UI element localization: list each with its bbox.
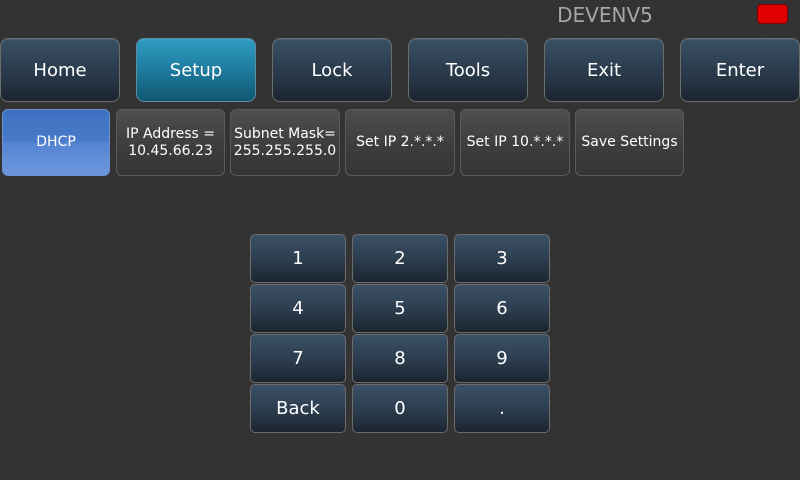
set-ip-10-button[interactable]: Set IP 10.*.*.* <box>460 109 570 176</box>
status-indicator <box>757 4 788 24</box>
subnet-mask-button[interactable]: Subnet Mask= 255.255.255.0 <box>230 109 340 176</box>
device-title: DEVENV5 <box>557 3 653 27</box>
subnet-mask-label: Subnet Mask= <box>234 125 336 142</box>
key-dot-button[interactable]: . <box>454 384 550 433</box>
dhcp-label: DHCP <box>36 134 76 150</box>
set-ip-2-button[interactable]: Set IP 2.*.*.* <box>345 109 455 176</box>
save-settings-button[interactable]: Save Settings <box>575 109 684 176</box>
save-settings-label: Save Settings <box>581 134 678 150</box>
key-3-button[interactable]: 3 <box>454 234 550 283</box>
lock-button[interactable]: Lock <box>272 38 392 102</box>
key-2-button[interactable]: 2 <box>352 234 448 283</box>
key-0-button[interactable]: 0 <box>352 384 448 433</box>
key-6-button[interactable]: 6 <box>454 284 550 333</box>
ip-address-button[interactable]: IP Address = 10.45.66.23 <box>116 109 225 176</box>
back-button[interactable]: Back <box>250 384 346 433</box>
exit-button[interactable]: Exit <box>544 38 664 102</box>
ip-address-value: 10.45.66.23 <box>128 142 213 159</box>
key-4-button[interactable]: 4 <box>250 284 346 333</box>
setup-button[interactable]: Setup <box>136 38 256 102</box>
set-ip-2-label: Set IP 2.*.*.* <box>356 134 444 150</box>
home-button[interactable]: Home <box>0 38 120 102</box>
enter-button[interactable]: Enter <box>680 38 800 102</box>
ip-address-label: IP Address = <box>126 125 215 142</box>
dhcp-button[interactable]: DHCP <box>2 109 110 176</box>
key-1-button[interactable]: 1 <box>250 234 346 283</box>
key-9-button[interactable]: 9 <box>454 334 550 383</box>
key-8-button[interactable]: 8 <box>352 334 448 383</box>
subnet-mask-value: 255.255.255.0 <box>233 142 337 159</box>
tools-button[interactable]: Tools <box>408 38 528 102</box>
key-5-button[interactable]: 5 <box>352 284 448 333</box>
set-ip-10-label: Set IP 10.*.*.* <box>466 134 564 150</box>
key-7-button[interactable]: 7 <box>250 334 346 383</box>
